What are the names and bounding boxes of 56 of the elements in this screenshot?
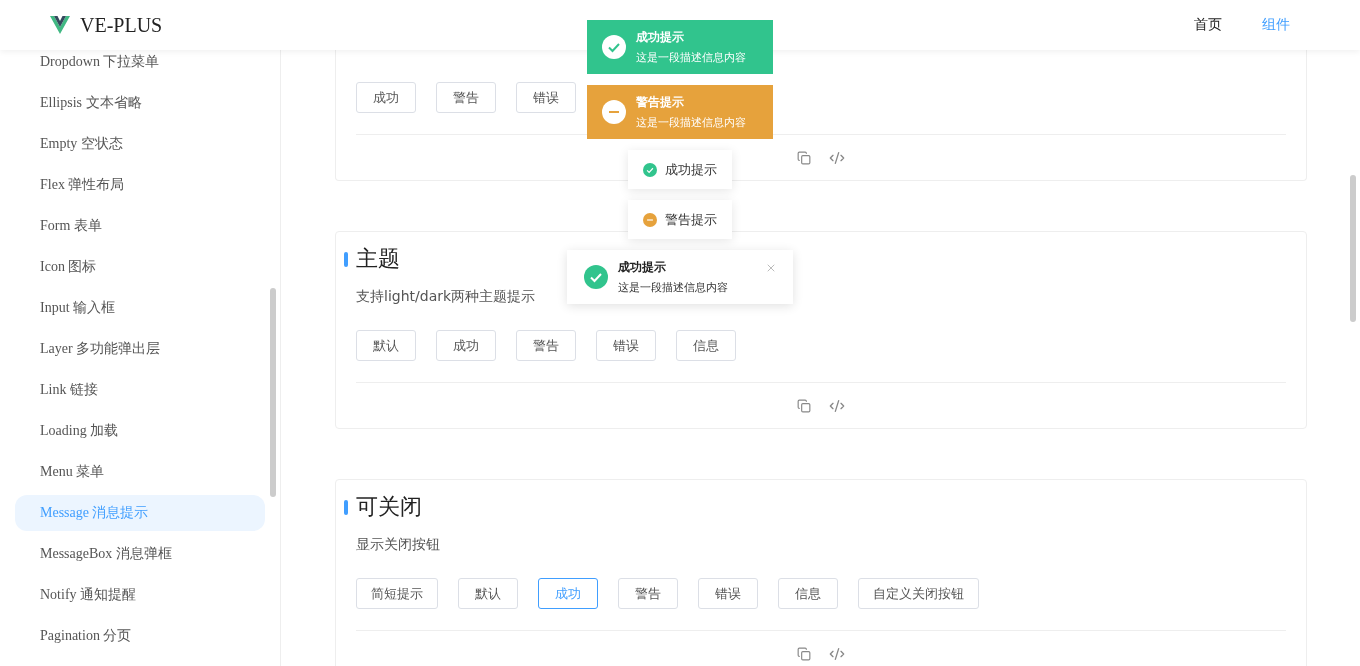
toast-title: 警告提示 (636, 94, 685, 111)
sidebar-item[interactable]: Empty 空状态 (15, 126, 265, 162)
demo-button[interactable]: 简短提示 (356, 578, 438, 609)
sidebar-item[interactable]: Dropdown 下拉菜单 (15, 50, 265, 80)
copy-icon[interactable] (797, 646, 811, 661)
toast-title: 成功提示 (618, 259, 667, 276)
demo-button[interactable]: 信息 (676, 330, 736, 361)
code-icon[interactable] (829, 645, 845, 662)
nav-link[interactable]: 首页 (1194, 16, 1222, 34)
demo-button[interactable]: 错误 (516, 82, 576, 113)
title-marker (344, 499, 348, 515)
sidebar-item[interactable]: Form 表单 (15, 208, 265, 244)
demo-button[interactable]: 默认 (458, 578, 518, 609)
logo-text: VE-PLUS (80, 13, 163, 37)
sidebar-item[interactable]: Notify 通知提醒 (15, 577, 265, 613)
title-marker (344, 251, 348, 267)
toast-title: 成功提示 (636, 29, 685, 46)
toast-title: 成功提示 (665, 160, 717, 179)
code-icon[interactable] (829, 149, 845, 166)
demo-button[interactable]: 错误 (698, 578, 758, 609)
demo-button[interactable]: 默认 (356, 330, 416, 361)
code-icon[interactable] (829, 397, 845, 414)
scrollbar-thumb[interactable] (270, 288, 276, 497)
check-circle-icon (602, 35, 626, 59)
sidebar-item[interactable]: MessageBox 消息弹框 (15, 536, 265, 572)
sidebar-item[interactable]: Link 链接 (15, 372, 265, 408)
demo-button[interactable]: 信息 (778, 578, 838, 609)
sidebar-item[interactable]: Icon 图标 (15, 249, 265, 285)
sidebar-item[interactable]: Input 输入框 (15, 290, 265, 326)
logo-icon (50, 16, 70, 34)
demo-button[interactable]: 自定义关闭按钮 (858, 578, 979, 609)
sidebar-item[interactable]: Layer 多功能弹出层 (15, 331, 265, 367)
toast-message: 这是一段描述信息内容 (636, 115, 746, 130)
demo-button[interactable]: 成功 (356, 82, 416, 113)
sidebar-item[interactable]: Pagination 分页 (15, 618, 265, 654)
section-title: 主题 (356, 245, 400, 273)
section-description: 支持light/dark两种主题提示 (356, 287, 536, 306)
demo-button[interactable]: 成功 (436, 330, 496, 361)
section-title: 可关闭 (356, 493, 422, 521)
demo-button[interactable]: 错误 (596, 330, 656, 361)
demo-button[interactable]: 警告 (618, 578, 678, 609)
toast-message: 这是一段描述信息内容 (618, 280, 728, 295)
close-icon[interactable] (765, 262, 777, 274)
scrollbar-thumb[interactable] (1350, 175, 1356, 322)
demo-button[interactable]: 警告 (436, 82, 496, 113)
toast-message: 这是一段描述信息内容 (636, 50, 746, 65)
sidebar-item[interactable]: Ellipsis 文本省略 (15, 85, 265, 121)
sidebar-item[interactable]: Menu 菜单 (15, 454, 265, 490)
demo-button[interactable]: 警告 (516, 330, 576, 361)
minus-circle-icon (602, 100, 626, 124)
sidebar-item[interactable]: Flex 弹性布局 (15, 167, 265, 203)
section-description: 显示关闭按钮 (356, 535, 440, 554)
sidebar-item[interactable]: Loading 加载 (15, 413, 265, 449)
toast-title: 警告提示 (665, 210, 717, 229)
copy-icon[interactable] (797, 150, 811, 165)
copy-icon[interactable] (797, 398, 811, 413)
